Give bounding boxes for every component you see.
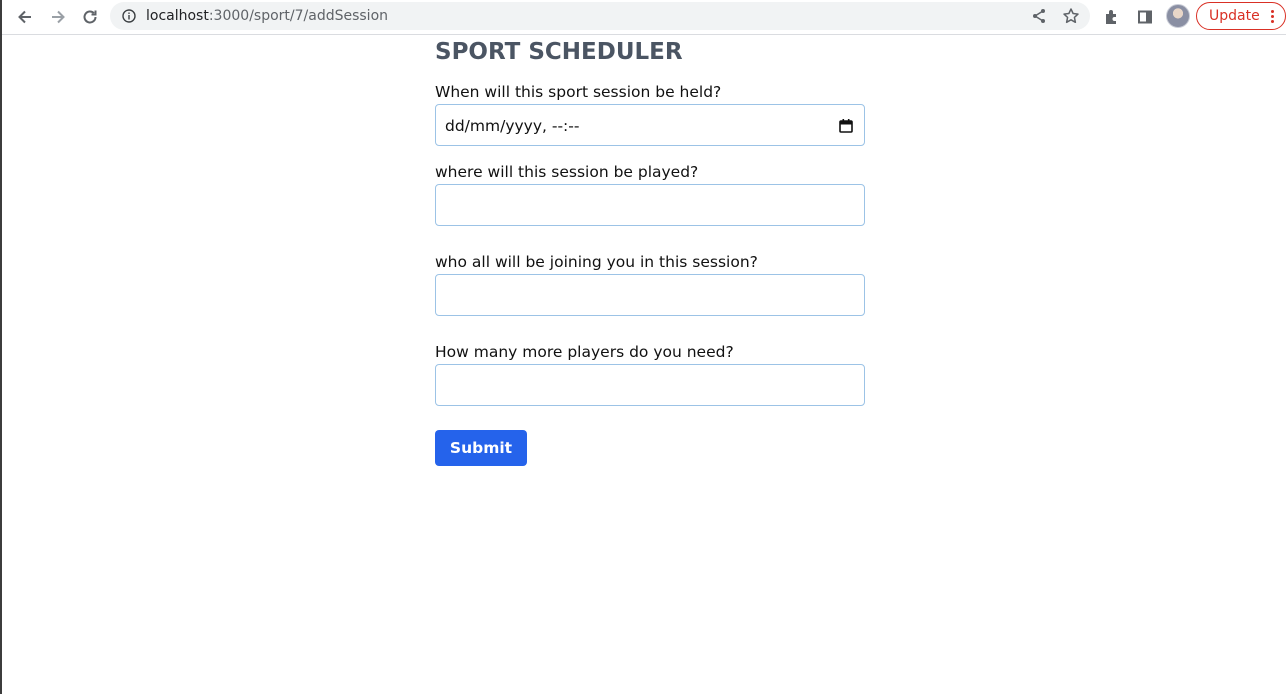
profile-avatar[interactable] [1166,4,1190,28]
date-label: When will this sport session be held? [435,83,722,101]
share-icon[interactable] [1030,7,1048,25]
url-path: :3000/sport/7/addSession [208,8,389,24]
players-needed-input[interactable] [435,364,865,406]
url-text[interactable]: localhost:3000/sport/7/addSession [146,8,388,24]
update-button[interactable]: Update [1196,2,1286,30]
page-title: SPORT SCHEDULER [435,39,683,65]
venue-input[interactable] [435,184,865,226]
back-icon[interactable] [13,5,37,29]
forward-icon[interactable] [46,5,70,29]
players-needed-label: How many more players do you need? [435,343,734,361]
update-label: Update [1209,8,1260,24]
side-panel-icon[interactable] [1133,5,1157,29]
players-joining-input[interactable] [435,274,865,316]
submit-button[interactable]: Submit [435,430,527,466]
more-icon[interactable] [1271,10,1275,24]
reload-icon[interactable] [78,5,102,29]
browser-toolbar: localhost:3000/sport/7/addSession Update [2,0,1286,35]
url-host: localhost [146,8,209,24]
date-time-input[interactable]: dd/mm/yyyy, --:-- [435,104,865,146]
calendar-icon[interactable] [838,118,854,134]
date-placeholder: dd/mm/yyyy, --:-- [445,117,580,135]
star-icon[interactable] [1062,7,1080,25]
info-icon[interactable] [122,9,136,23]
players-joining-label: who all will be joining you in this sess… [435,253,758,271]
venue-label: where will this session be played? [435,163,699,181]
extensions-icon[interactable] [1100,5,1124,29]
browser-window: localhost:3000/sport/7/addSession Update… [0,0,1286,694]
address-bar[interactable]: localhost:3000/sport/7/addSession [110,2,1090,30]
